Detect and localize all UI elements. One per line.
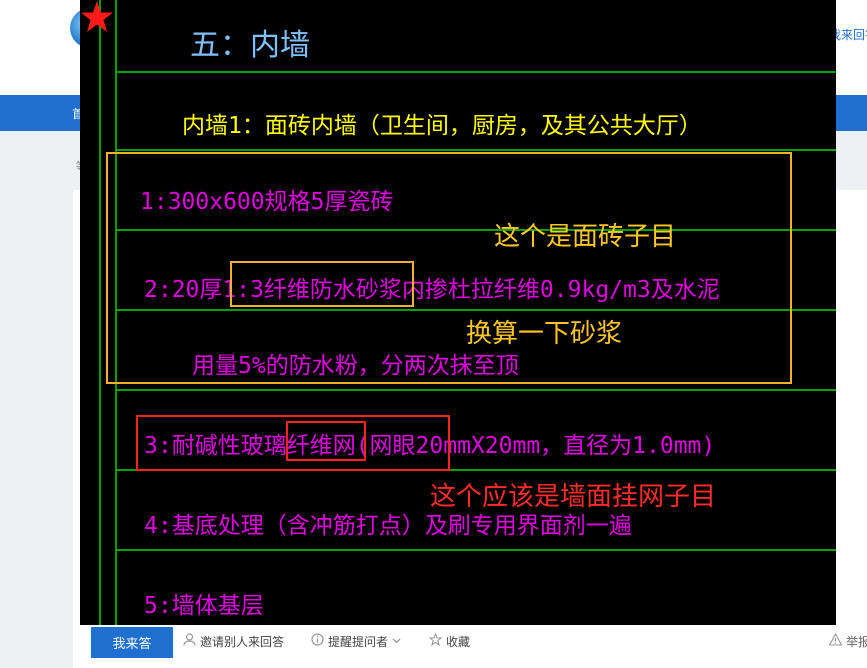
red-star-icon xyxy=(81,1,113,32)
info-icon xyxy=(311,633,324,650)
highlight-box-mortar xyxy=(230,261,414,307)
invite-answer-link[interactable]: 邀请别人来回答 xyxy=(183,633,284,650)
invite-label: 邀请别人来回答 xyxy=(200,635,285,649)
note-tile: 这个是面砖子目 xyxy=(494,222,677,252)
collect-button[interactable]: 收藏 xyxy=(428,632,471,650)
cad-line-5: 5:墙体基层 xyxy=(144,593,264,619)
user-icon xyxy=(183,633,196,650)
cad-drawing-image: 五：内墙 内墙1：面砖内墙（卫生间，厨房，及其公共大厅） 1:300x600规格… xyxy=(80,0,836,625)
report-link[interactable]: 举报 xyxy=(828,632,867,650)
collect-label: 收藏 xyxy=(446,635,471,649)
highlight-box-mesh xyxy=(286,421,366,461)
answer-button[interactable]: 我来答 xyxy=(91,627,173,658)
warning-icon xyxy=(828,632,843,650)
remind-label: 提醒提问者 xyxy=(328,635,389,649)
answer-action-bar: 我来答 邀请别人来回答 提醒提问者 收藏 举报 xyxy=(73,625,867,668)
report-label: 举报 xyxy=(846,635,867,649)
remind-asker-dropdown[interactable]: 提醒提问者 xyxy=(311,633,401,650)
note-mesh: 这个应该是墙面挂网子目 xyxy=(430,482,717,512)
cad-heading: 内墙1：面砖内墙（卫生间，厨房，及其公共大厅） xyxy=(182,113,702,139)
highlight-box-tile xyxy=(106,152,792,384)
cad-title: 五：内墙 xyxy=(190,28,310,63)
chevron-down-icon xyxy=(392,634,401,649)
note-mortar: 换算一下砂浆 xyxy=(466,319,623,349)
star-icon xyxy=(428,632,443,650)
